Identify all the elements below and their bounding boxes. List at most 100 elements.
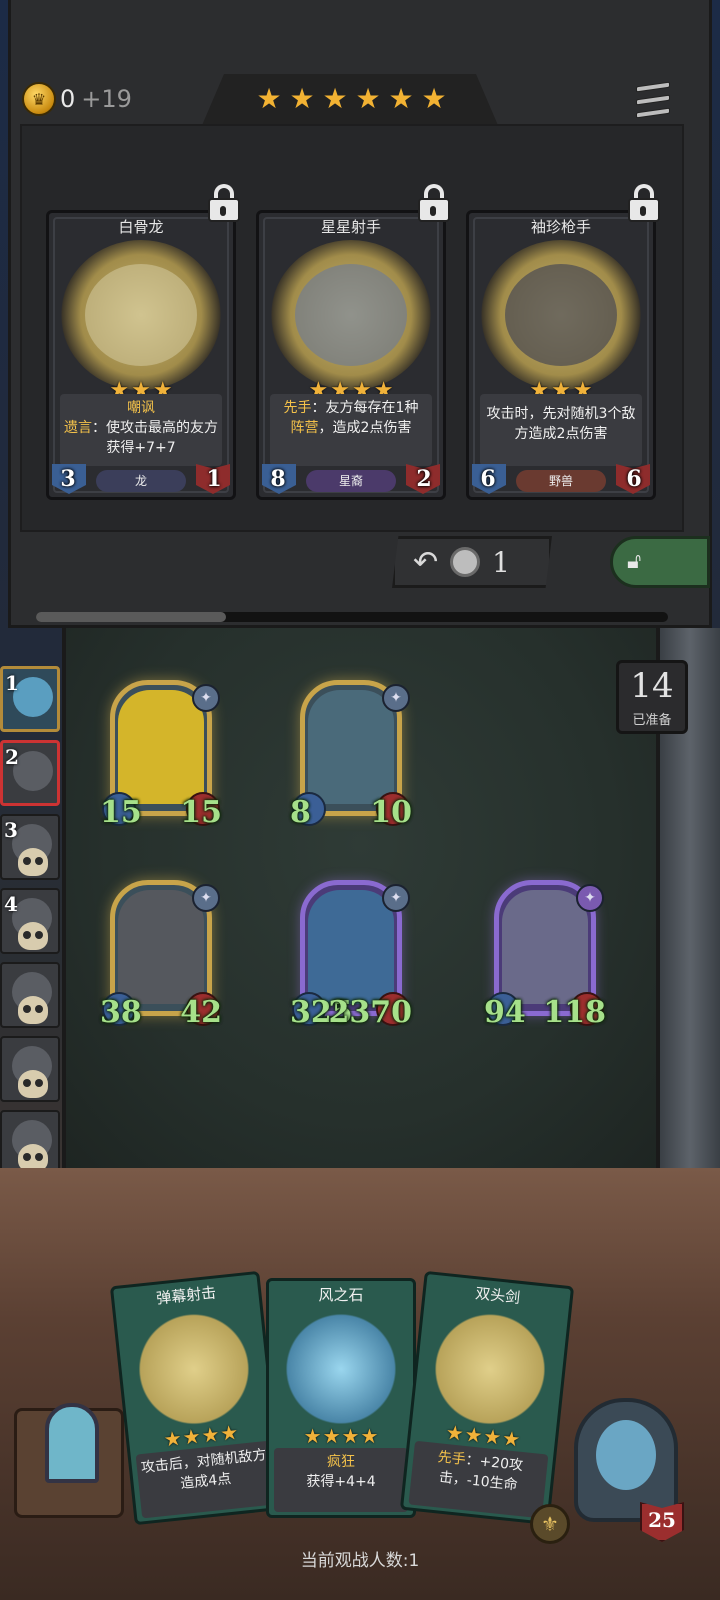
- tier-star-icon: ★: [322, 82, 348, 115]
- star-icon: ★: [181, 1423, 202, 1450]
- unit-health: 42: [180, 995, 222, 1030]
- star-icon: ★: [341, 1424, 360, 1448]
- menu-line-icon: [636, 81, 670, 93]
- board-unit[interactable]: ✦ 94 118: [484, 880, 606, 1030]
- skull-icon: [18, 996, 48, 1024]
- tier-star-icon: ★: [289, 82, 315, 115]
- tribe-icon: ✦: [382, 684, 410, 712]
- unit-attack: 38: [100, 995, 142, 1030]
- hand-card-name: 风之石: [318, 1286, 364, 1304]
- lock-icon[interactable]: [626, 184, 662, 224]
- player-slot[interactable]: 4: [0, 888, 60, 954]
- star-icon: ★: [322, 1424, 341, 1448]
- refresh-icon: ↶: [413, 544, 439, 580]
- shop-card-2[interactable]: 袖珍枪手 ★ ★ ★ 攻击时，先对随机3个敌方造成2点伤害 6 野兽 6: [466, 184, 660, 500]
- skull-icon: [18, 848, 48, 876]
- card-art-pocket-gunner: [481, 240, 641, 390]
- skull-icon: [18, 1070, 48, 1098]
- unit-attack: 94: [484, 995, 526, 1030]
- card-description: 嘲讽 遗言：使攻击最高的友方获得+7+7: [60, 394, 222, 466]
- player-slot[interactable]: [0, 962, 60, 1028]
- star-icon: ★: [162, 1425, 183, 1452]
- gold-income: +19: [81, 85, 132, 113]
- hand-card-desc: 疯狂 获得+4+4: [274, 1448, 408, 1512]
- hero-power-button[interactable]: ⚜: [530, 1504, 570, 1544]
- reroll-cost: 1: [492, 545, 510, 579]
- portal-icon: [45, 1403, 99, 1483]
- ready-label: 已准备: [632, 713, 672, 728]
- spell-deck-button[interactable]: [14, 1403, 124, 1518]
- board-unit[interactable]: ✦ 8 10: [290, 680, 412, 830]
- card-art-star-archer: [271, 240, 431, 390]
- player-slot[interactable]: 3: [0, 814, 60, 880]
- hand-card-2[interactable]: 双头剑 ★ ★ ★ ★ 先手：+20攻击，-10生命: [399, 1270, 575, 1526]
- hero-health: 25: [648, 1508, 676, 1532]
- tier-star-icon: ★: [355, 82, 381, 115]
- tier-star-icon: ★: [421, 82, 447, 115]
- card-attack: 3: [60, 466, 76, 492]
- card-attack: 6: [480, 466, 496, 492]
- card-description: 攻击时，先对随机3个敌方造成2点伤害: [480, 394, 642, 466]
- star-icon: ★: [444, 1419, 465, 1446]
- unit-health: 15: [180, 795, 222, 830]
- hero-avatar: [596, 1420, 656, 1490]
- skull-icon: [18, 922, 48, 950]
- lock-icon[interactable]: [206, 184, 242, 224]
- unit-attack: 15: [100, 795, 142, 830]
- card-art-wind-stone: [278, 1306, 404, 1432]
- unit-health: 10: [370, 795, 412, 830]
- hand-card-1[interactable]: 风之石 ★ ★ ★ ★ 疯狂 获得+4+4: [266, 1278, 416, 1518]
- unit-art-tiger-dragon: [308, 690, 394, 804]
- card-tribe: 龙: [96, 470, 186, 492]
- ready-counter: 14 已准备: [616, 660, 688, 734]
- star-icon: ★: [463, 1421, 484, 1448]
- turn-timer-bar: [36, 612, 668, 622]
- card-tribe: 星裔: [306, 470, 396, 492]
- unit-attack: 8: [290, 795, 311, 830]
- tribe-icon: ✦: [192, 684, 220, 712]
- unit-health: 118: [543, 995, 606, 1030]
- shop-card-0[interactable]: 白骨龙 ★ ★ ★ 嘲讽 遗言：使攻击最高的友方获得+7+7 3 龙 1: [46, 184, 240, 500]
- reroll-button[interactable]: ↶ 1: [392, 536, 552, 588]
- lock-icon[interactable]: [416, 184, 452, 224]
- tribe-icon: ✦: [192, 884, 220, 912]
- star-icon: ★: [360, 1424, 379, 1448]
- card-stars: ★ ★ ★ ★: [266, 1424, 416, 1448]
- tier-star-icon: ★: [256, 82, 282, 115]
- board-unit[interactable]: ✦ 15 15: [100, 680, 222, 830]
- star-icon: ★: [219, 1419, 240, 1446]
- gold-display: ♛ 0 +19: [22, 82, 132, 116]
- board-unit[interactable]: ✦ 325 2370: [290, 880, 413, 1030]
- card-attack: 8: [270, 466, 286, 492]
- shop-card-1[interactable]: 星星射手 ★ ★ ★ ★ 先手：友方每存在1种 阵营，造成2点伤害 8 星裔 2: [256, 184, 450, 500]
- unit-art-dark-dragon: [118, 890, 204, 1004]
- star-icon: ★: [501, 1425, 522, 1452]
- gold-coin-icon: ♛: [22, 82, 56, 116]
- card-health: 2: [416, 466, 432, 492]
- menu-line-icon: [636, 94, 670, 106]
- card-health: 6: [626, 466, 642, 492]
- unit-art-star-archer: [502, 890, 588, 1004]
- card-tribe: 野兽: [516, 470, 606, 492]
- board-unit[interactable]: ✦ 38 42: [100, 880, 222, 1030]
- coin-icon: [450, 547, 481, 577]
- gold-value: 0: [60, 85, 76, 113]
- ready-count: 14: [630, 666, 674, 706]
- card-description: 先手：友方每存在1种 阵营，造成2点伤害: [270, 394, 432, 466]
- freeze-shop-button[interactable]: 🔓︎: [610, 536, 710, 588]
- unit-health: 2370: [328, 995, 413, 1030]
- menu-button[interactable]: [636, 81, 670, 119]
- hand-card-0[interactable]: 弹幕射击 ★ ★ ★ ★ 攻击后，对随机敌方造成4点: [109, 1270, 285, 1526]
- hero-portrait[interactable]: [574, 1398, 678, 1522]
- card-health: 1: [206, 466, 222, 492]
- player-slot[interactable]: [0, 1036, 60, 1102]
- tribe-icon: ✦: [382, 884, 410, 912]
- player-slot[interactable]: 2: [0, 740, 60, 806]
- star-icon: ★: [482, 1423, 503, 1450]
- player-slot[interactable]: [0, 1110, 60, 1176]
- star-tribe-icon: ✦: [576, 884, 604, 912]
- tier-star-icon: ★: [388, 82, 414, 115]
- player-slot[interactable]: 1: [0, 666, 60, 732]
- star-icon: ★: [303, 1424, 322, 1448]
- tavern-tier-stars: ★ ★ ★ ★ ★ ★: [256, 82, 447, 115]
